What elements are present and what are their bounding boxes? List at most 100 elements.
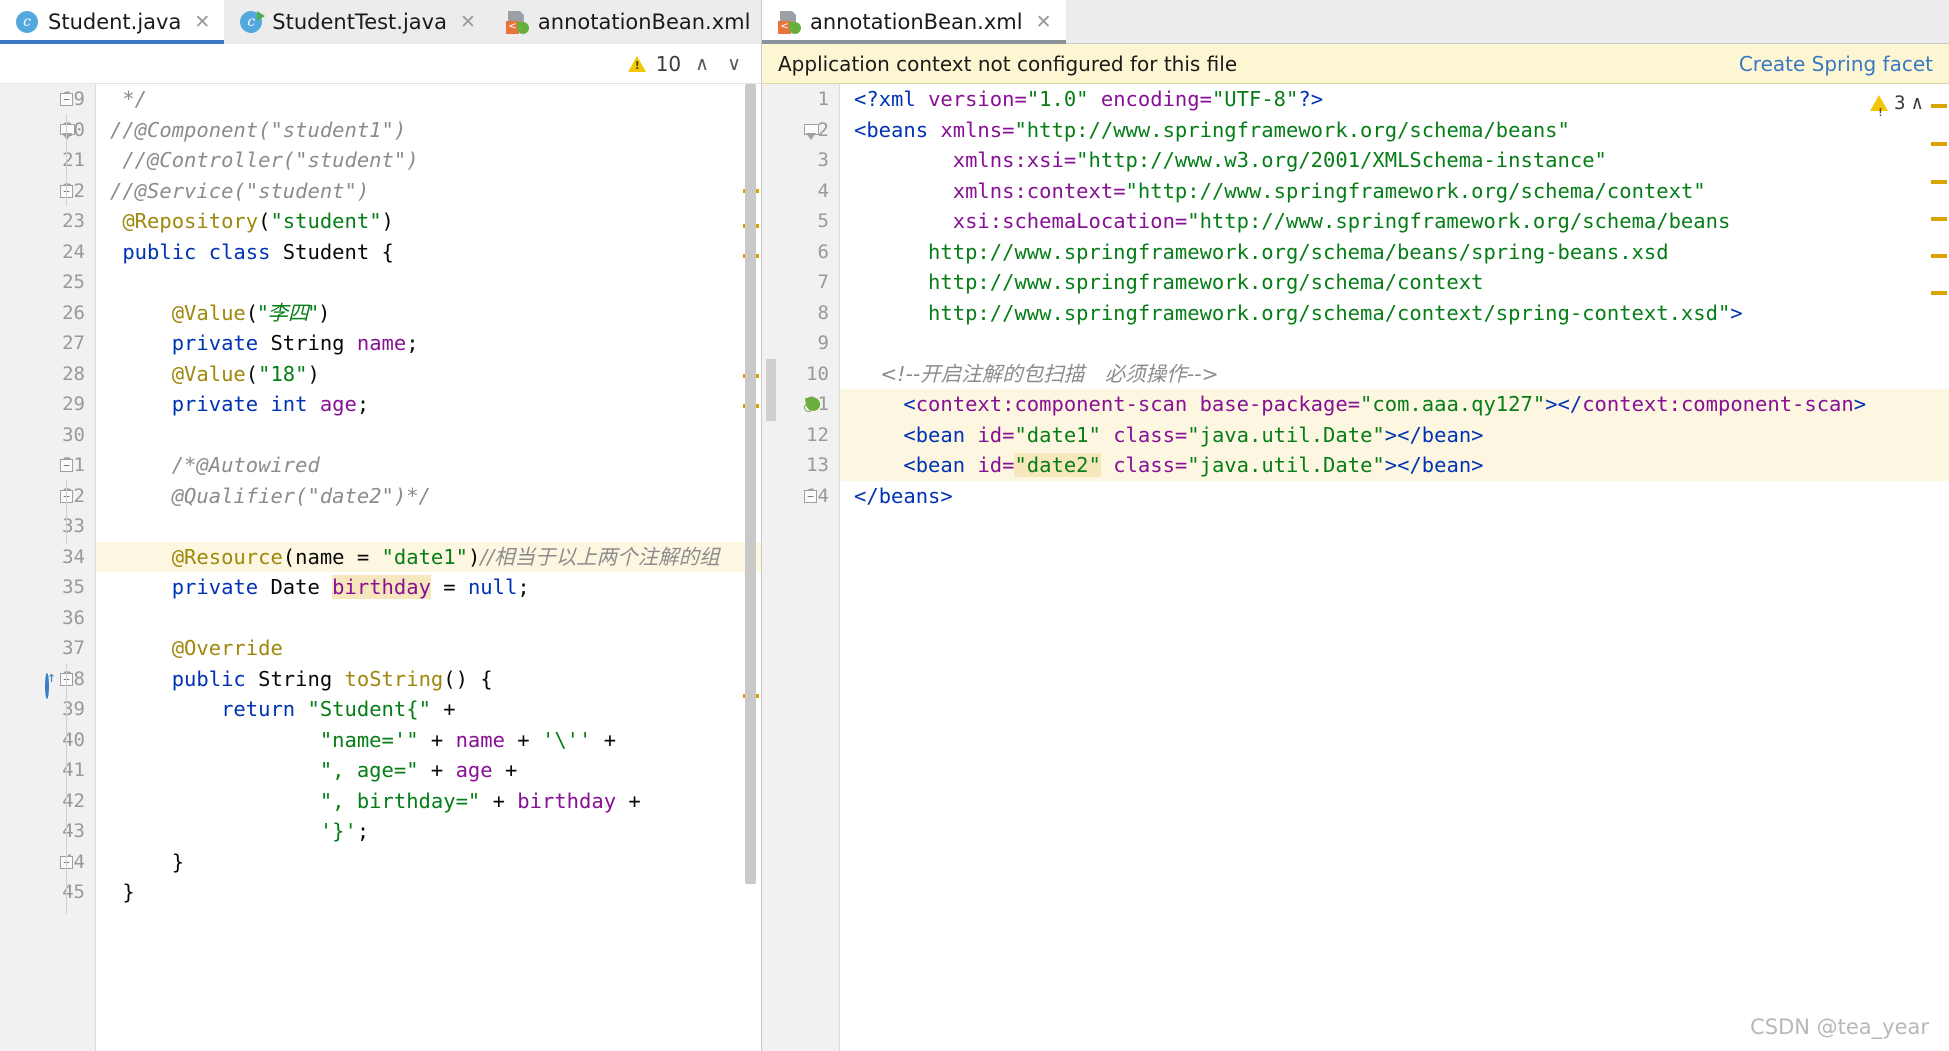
code-line[interactable]: http://www.springframework.org/schema/co… (840, 267, 1949, 298)
fold-marker-icon[interactable]: − (804, 489, 817, 503)
code-line[interactable]: @Qualifier("date2")*/ (96, 481, 761, 512)
code-line[interactable]: @Repository("student") (96, 206, 761, 237)
code-token: + (492, 758, 518, 782)
code-token: "student" (270, 209, 382, 233)
code-token: ( (258, 209, 271, 233)
code-token: public (110, 666, 259, 691)
code-token: xmlns:xsi= (952, 148, 1077, 172)
fold-marker-icon[interactable]: − (60, 93, 73, 106)
warning-count: 10 (655, 51, 682, 76)
fold-marker-icon[interactable]: − (60, 459, 73, 472)
code-token: @Qualifier("date2")*/ (110, 483, 431, 508)
code-token: () { (443, 666, 493, 691)
chevron-up-icon[interactable]: ∧ (1912, 88, 1923, 119)
code-token: ; (406, 331, 419, 355)
code-line[interactable]: @Value("李四") (96, 298, 761, 329)
code-token: private int (110, 392, 320, 416)
code-token: > (1853, 392, 1867, 416)
code-line[interactable]: } (96, 877, 761, 908)
code-line[interactable]: http://www.springframework.org/schema/be… (840, 237, 1949, 268)
code-line[interactable]: //@Service("student") (96, 176, 761, 207)
code-line[interactable]: /*@Autowired (96, 450, 761, 481)
tab-student-java[interactable]: c Student.java ✕ (0, 0, 225, 44)
create-spring-facet-link[interactable]: Create Spring facet (1739, 52, 1933, 76)
spring-bean-gutter-icon[interactable] (804, 395, 822, 414)
next-problem-icon[interactable]: ∨ (723, 53, 745, 75)
code-line[interactable]: ", birthday=" + birthday + (96, 786, 761, 817)
code-token: </ (854, 483, 879, 508)
fold-connector (66, 114, 67, 206)
code-line[interactable] (96, 267, 761, 298)
code-token: <!--开启注解的包扫描 必须操作--> (854, 361, 1219, 386)
code-line[interactable]: private String name; (96, 328, 761, 359)
code-line[interactable] (96, 420, 761, 451)
line-number: 32− (0, 481, 95, 512)
code-line[interactable]: public class Student { (96, 237, 761, 268)
code-editor-right[interactable]: 1234567891011121314− <?xml version="1.0"… (762, 84, 1949, 1051)
code-token: "18" (258, 361, 308, 386)
close-icon[interactable]: ✕ (1036, 12, 1052, 32)
code-token: bean (915, 422, 978, 447)
code-line[interactable]: //@Component("student1") (96, 115, 761, 146)
gutter-scroll-indicator[interactable] (766, 359, 776, 421)
code-line[interactable] (96, 511, 761, 542)
code-line[interactable]: http://www.springframework.org/schema/co… (840, 298, 1949, 329)
code-token: beans (878, 483, 941, 508)
code-line[interactable]: public String toString() { (96, 664, 761, 695)
tab-annotationbean-xml-right[interactable]: < annotationBean.xml ✕ (762, 0, 1066, 44)
code-line[interactable]: <bean id="date2" class="java.util.Date">… (840, 450, 1949, 481)
line-number: 25 (62, 271, 85, 293)
code-content-right[interactable]: <?xml version="1.0" encoding="UTF-8"?> <b… (840, 84, 1949, 1051)
code-line[interactable]: ", age=" + age + (96, 755, 761, 786)
code-line[interactable]: xmlns:xsi="http://www.w3.org/2001/XMLSch… (840, 145, 1949, 176)
code-token: birthday (332, 575, 431, 599)
code-line[interactable]: <!--开启注解的包扫描 必须操作--> (840, 359, 1949, 390)
code-line[interactable]: '}'; (96, 816, 761, 847)
line-number-gutter-left[interactable]: 19−20 21 22− 23 24 25 26 27 28 29 30 31−32− 33 34 35 36… (0, 84, 96, 1051)
code-line[interactable]: } (96, 847, 761, 878)
code-token: /*@Autowired (110, 453, 320, 477)
code-line[interactable] (96, 603, 761, 634)
code-line[interactable]: private Date birthday = null; (96, 572, 761, 603)
code-token: bean (1421, 422, 1472, 447)
tab-annotationbean-xml[interactable]: < annotationBean.xml ✕ (489, 0, 761, 44)
code-line[interactable]: </beans> (840, 481, 1949, 512)
code-line[interactable]: @Resource(name = "date1")//相当于以上两个注解的组 (96, 541, 761, 572)
fold-region-icon[interactable] (804, 123, 819, 140)
error-count-badge[interactable]: 3 ∧ (1870, 88, 1923, 129)
code-line[interactable]: <context:component-scan base-package="co… (840, 389, 1949, 420)
code-line[interactable]: <?xml version="1.0" encoding="UTF-8"?> (840, 84, 1949, 115)
tab-studenttest-java[interactable]: c StudentTest.java ✕ (224, 0, 490, 44)
line-number: 45 (62, 881, 85, 903)
code-token: @Value (110, 300, 246, 325)
code-editor-left[interactable]: 19−20 21 22− 23 24 25 26 27 28 29 30 31−32− 33 34 35 36… (0, 84, 761, 1051)
override-method-icon[interactable]: ↑ (34, 669, 56, 699)
code-line[interactable]: return "Student{" + (96, 694, 761, 725)
close-icon[interactable]: ✕ (460, 12, 476, 32)
code-line[interactable]: //@Controller("student") (96, 145, 761, 176)
code-line[interactable]: xmlns:context="http://www.springframewor… (840, 176, 1949, 207)
line-number: 2 (762, 115, 839, 146)
prev-problem-icon[interactable]: ∧ (691, 53, 713, 75)
code-token: = (430, 575, 468, 599)
code-line[interactable]: <beans xmlns="http://www.springframework… (840, 115, 1949, 146)
code-line[interactable] (840, 328, 1949, 359)
code-content-left[interactable]: */ //@Component("student1") //@Controller… (96, 84, 761, 1051)
code-line[interactable]: */ (96, 84, 761, 115)
code-line[interactable]: private int age; (96, 389, 761, 420)
code-line[interactable]: xsi:schemaLocation="http://www.springfra… (840, 206, 1949, 237)
code-line[interactable]: @Value("18") (96, 359, 761, 390)
code-token: public class (110, 239, 283, 264)
code-token: xsi:schemaLocation= (952, 209, 1188, 233)
code-line[interactable]: <bean id="date1" class="java.util.Date">… (840, 419, 1949, 450)
code-token: "date1" (381, 544, 468, 569)
line-number-gutter-right[interactable]: 1234567891011121314− (762, 84, 840, 1051)
code-line[interactable]: "name='" + name + '\'' + (96, 725, 761, 756)
line-number: 21 (62, 149, 85, 171)
code-token: ></ (1545, 392, 1583, 416)
close-icon[interactable]: ✕ (194, 12, 210, 32)
code-token: http://www.springframework.org/schema/be… (854, 239, 1669, 264)
code-line[interactable]: @Override (96, 633, 761, 664)
